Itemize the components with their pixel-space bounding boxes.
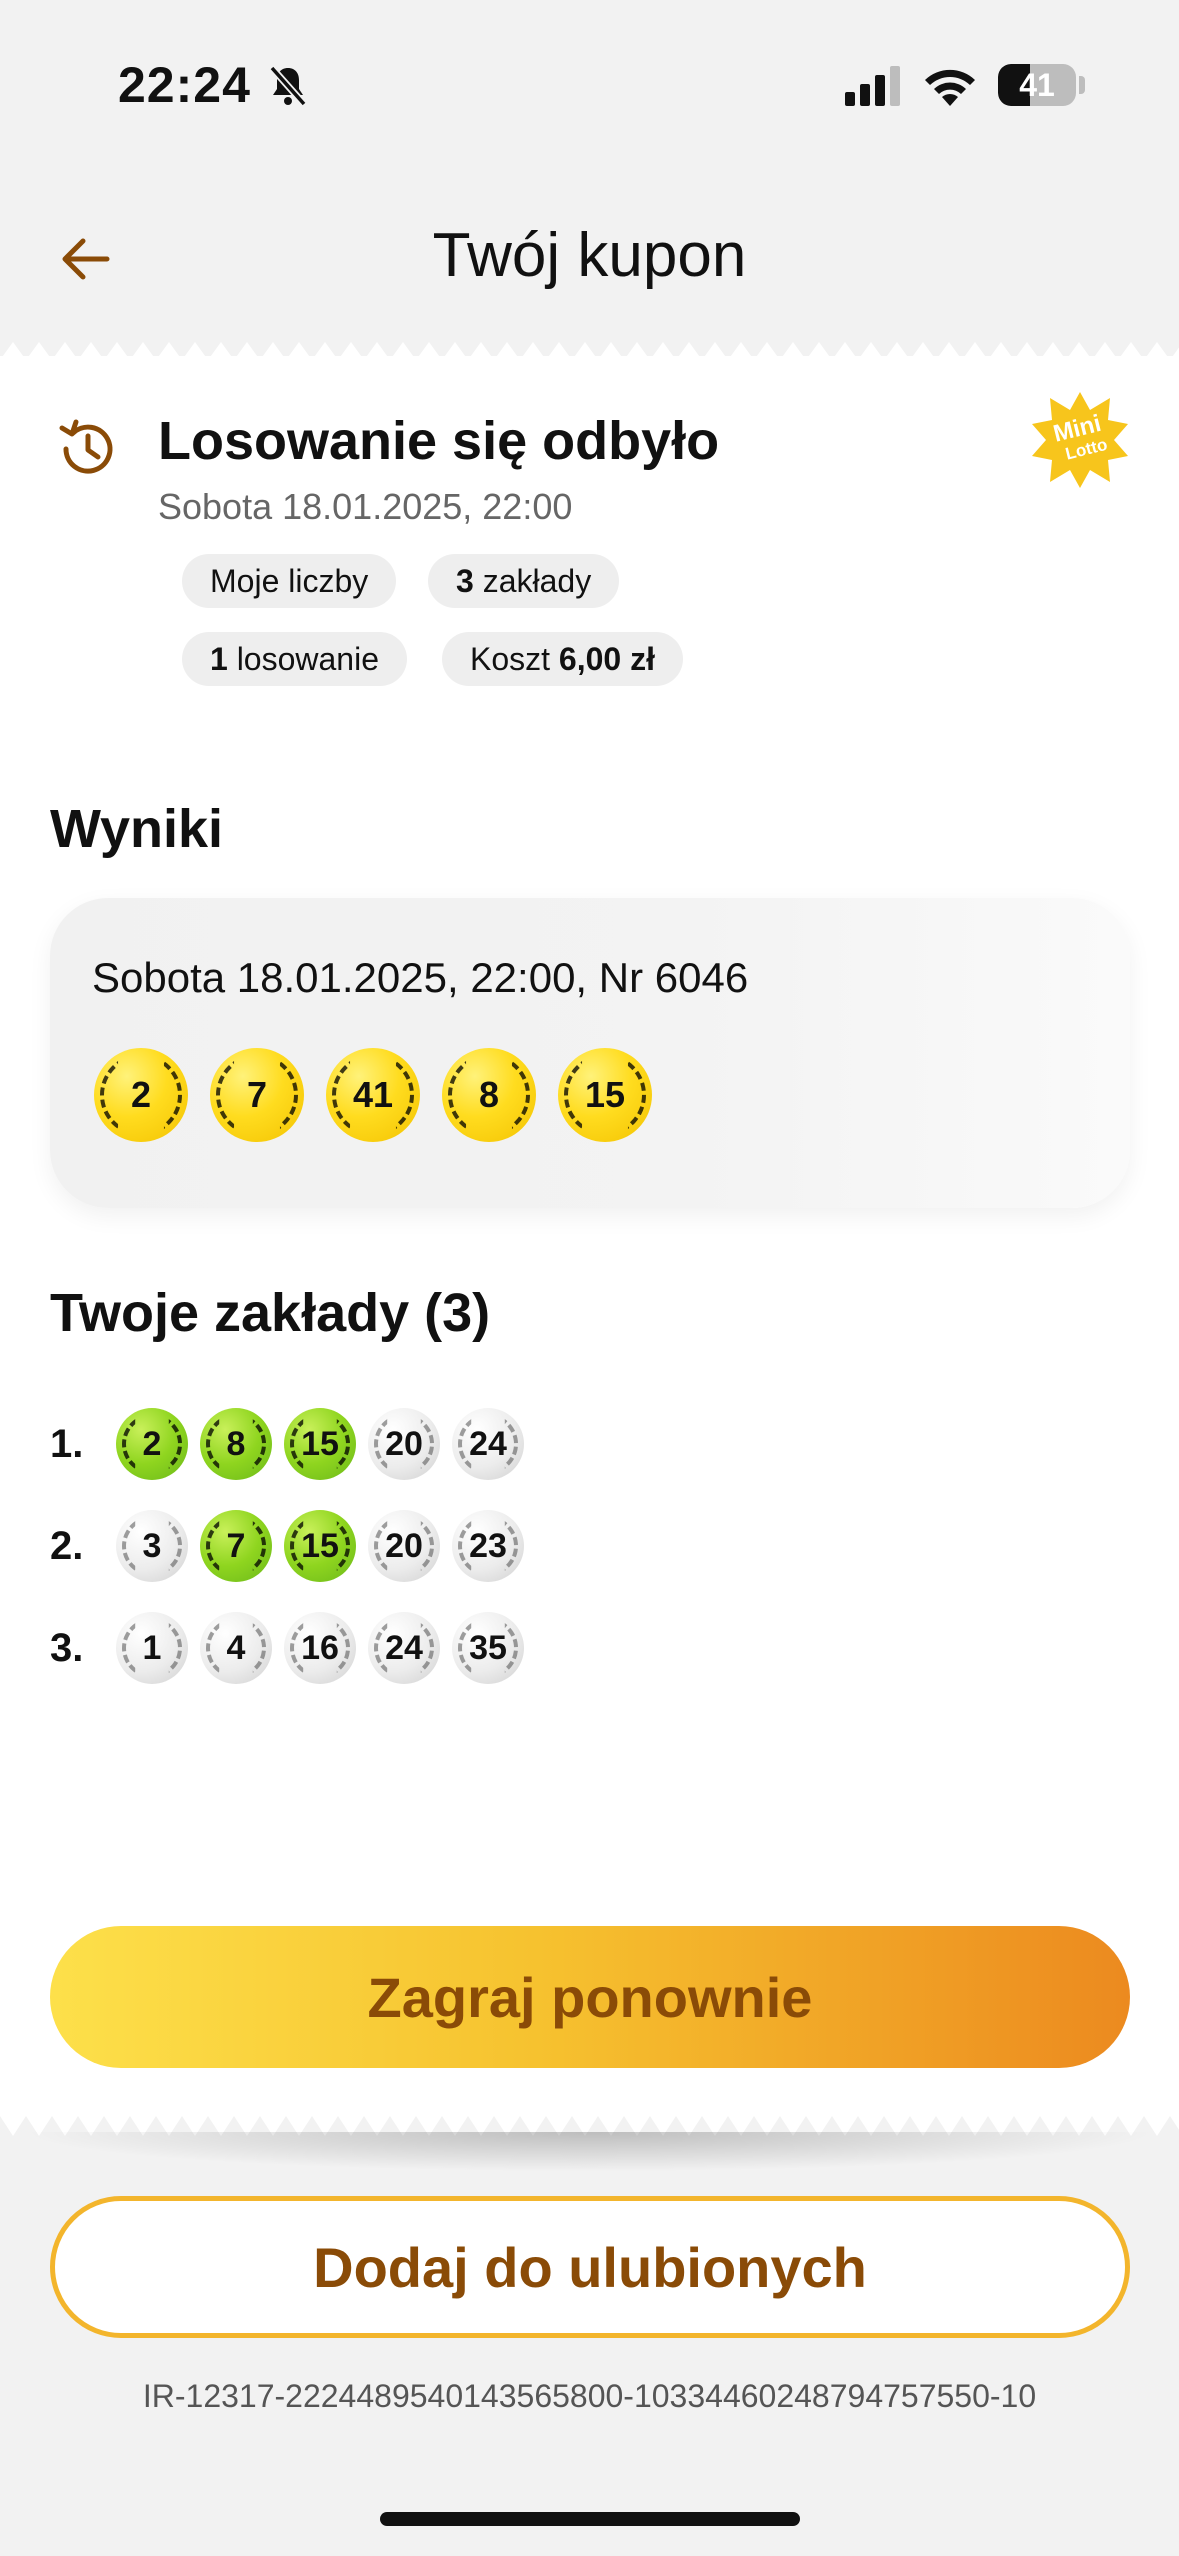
bet-ball-number: 16	[301, 1628, 339, 1667]
result-ball: 7	[210, 1048, 304, 1142]
bet-index: 3.	[50, 1625, 84, 1670]
bet-ball-number: 4	[226, 1628, 246, 1667]
result-ball-number: 15	[584, 1074, 626, 1115]
home-indicator[interactable]	[380, 2512, 800, 2526]
draw-status: Losowanie się odbyło	[158, 411, 720, 471]
chip-my-numbers-label: Moje liczby	[210, 563, 369, 599]
bet-ball-number: 24	[469, 1424, 507, 1463]
bet-ball-hit: 2	[116, 1408, 188, 1480]
bet-balls: 2 8 15 20 24	[116, 1408, 524, 1480]
bet-ball-hit: 15	[284, 1408, 356, 1480]
bet-index: 2.	[50, 1523, 84, 1568]
result-ball-number: 41	[352, 1074, 394, 1115]
result-ball-number: 7	[246, 1074, 268, 1115]
bet-ball-hit-number: 8	[226, 1424, 246, 1463]
battery-tip	[1079, 76, 1085, 94]
bet-balls: 3 7 15 20 23	[116, 1510, 524, 1582]
coupon-shadow	[20, 2132, 1159, 2172]
battery-indicator: 41	[998, 64, 1076, 106]
bet-ball-hit: 15	[284, 1510, 356, 1582]
results-draw-label: Sobota 18.01.2025, 22:00, Nr 6046	[92, 954, 749, 1001]
result-ball: 8	[442, 1048, 536, 1142]
results-title: Wyniki	[50, 799, 224, 859]
bet-ball: 16	[284, 1612, 356, 1684]
bet-ball: 3	[116, 1510, 188, 1582]
result-ball-number: 2	[130, 1074, 152, 1115]
chip-bets-label: zakłady	[473, 563, 592, 599]
bet-ball: 20	[368, 1408, 440, 1480]
chip-bets: 3 zakłady	[428, 554, 620, 608]
cellular-signal-icon	[845, 66, 900, 106]
bet-ball-number: 35	[469, 1628, 507, 1667]
bet-ball-hit-number: 15	[301, 1424, 339, 1463]
page-title: Twój kupon	[432, 221, 747, 290]
chip-draws-count: 1	[210, 641, 228, 677]
result-ball: 2	[94, 1048, 188, 1142]
bet-ball-number: 3	[142, 1526, 162, 1565]
bell-muted-icon	[269, 65, 307, 107]
history-icon	[59, 419, 113, 474]
bet-ball: 1	[116, 1612, 188, 1684]
result-ball: 41	[326, 1048, 420, 1142]
wifi-icon	[925, 69, 975, 106]
results-balls: 2 7 41 8 15	[94, 1048, 652, 1144]
chip-draws: 1 losowanie	[182, 632, 407, 686]
coupon-paper	[0, 356, 1179, 2116]
bet-ball: 24	[368, 1612, 440, 1684]
bet-row: 2. 3 7 15 20 23	[50, 1506, 524, 1586]
status-bar: 22:24 41	[0, 0, 1179, 170]
bet-ball-hit-number: 15	[301, 1526, 339, 1565]
add-to-favorites-button[interactable]: Dodaj do ulubionych	[50, 2196, 1130, 2338]
bet-ball-number: 20	[385, 1424, 423, 1463]
bets-title: Twoje zakłady (3)	[50, 1283, 491, 1343]
chip-my-numbers: Moje liczby	[182, 554, 397, 608]
bet-ball-number: 24	[385, 1628, 423, 1667]
bet-index: 1.	[50, 1421, 84, 1466]
chip-cost: Koszt 6,00 zł	[442, 632, 683, 686]
bet-ball-hit-number: 7	[226, 1526, 246, 1565]
mini-lotto-logo: Mini Lotto	[1032, 392, 1128, 488]
chip-bets-count: 3	[456, 563, 474, 599]
bet-ball: 23	[452, 1510, 524, 1582]
bet-ball-hit: 7	[200, 1510, 272, 1582]
result-ball: 15	[558, 1048, 652, 1142]
chip-draws-label: losowanie	[227, 641, 379, 677]
chip-cost-value: 6,00 zł	[558, 641, 655, 677]
result-ball-number: 8	[478, 1074, 500, 1115]
bet-row: 1. 2 8 15 20 24	[50, 1404, 524, 1484]
bet-ball-number: 20	[385, 1526, 423, 1565]
bet-ball: 35	[452, 1612, 524, 1684]
coupon-id: IR-12317-2224489540143565800-10334460248…	[142, 2378, 1037, 2414]
bet-ball: 4	[200, 1612, 272, 1684]
bet-balls: 1 4 16 24 35	[116, 1612, 524, 1684]
bet-ball-hit-number: 2	[142, 1424, 162, 1463]
bet-ball-number: 23	[469, 1526, 507, 1565]
bet-row: 3. 1 4 16 24 35	[50, 1608, 524, 1688]
bet-ball: 20	[368, 1510, 440, 1582]
bet-ball-number: 1	[142, 1628, 162, 1667]
battery-percent: 41	[1019, 67, 1055, 103]
bet-ball: 24	[452, 1408, 524, 1480]
chip-cost-label: Koszt	[470, 641, 559, 677]
play-again-button[interactable]: Zagraj ponownie	[50, 1926, 1130, 2068]
results-card[interactable]: Sobota 18.01.2025, 22:00, Nr 6046 2 7 41 8 1…	[50, 898, 1130, 1208]
bet-ball-hit: 8	[200, 1408, 272, 1480]
draw-date: Sobota 18.01.2025, 22:00	[158, 486, 573, 527]
status-time: 22:24	[118, 57, 251, 113]
